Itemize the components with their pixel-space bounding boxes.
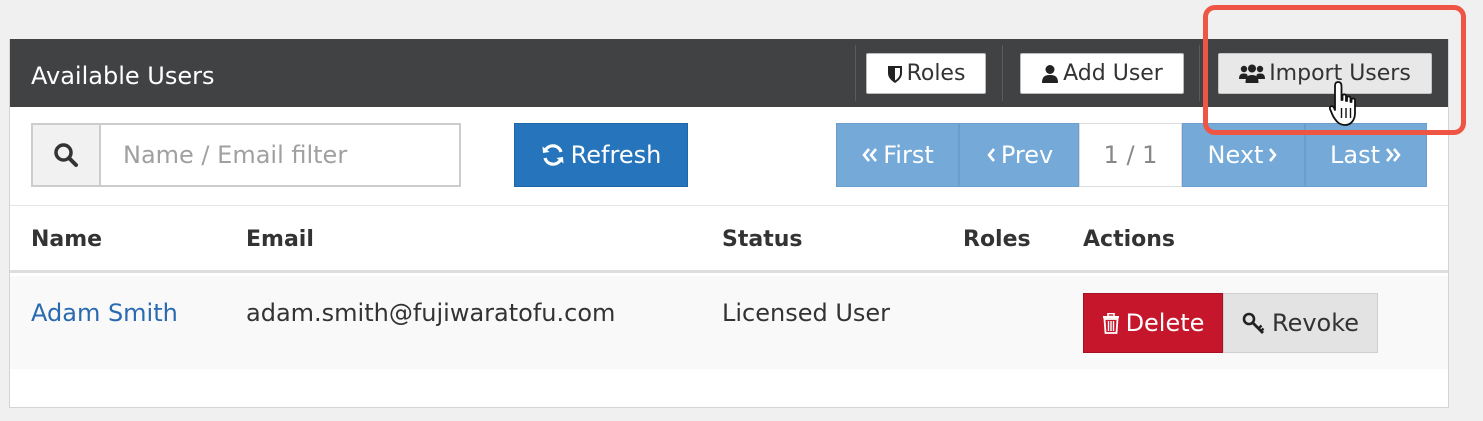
- double-chevron-right-icon: [1384, 146, 1402, 164]
- first-page-button[interactable]: First: [836, 123, 959, 187]
- key-icon: [1242, 312, 1266, 334]
- header-divider: [855, 45, 856, 101]
- chevron-right-icon: [1267, 146, 1279, 164]
- users-table-header: Name Email Status Roles Actions: [10, 205, 1448, 273]
- next-page-label: Next: [1207, 141, 1264, 169]
- revoke-button-label: Revoke: [1271, 309, 1360, 337]
- search-input[interactable]: [101, 125, 459, 185]
- column-header-roles: Roles: [963, 227, 1031, 252]
- table-row: Adam Smith adam.smith@fujiwaratofu.com L…: [10, 276, 1448, 369]
- hand-pointer-icon: [1328, 80, 1361, 134]
- name-email-filter: [31, 123, 461, 187]
- roles-button[interactable]: Roles: [866, 53, 986, 94]
- first-page-label: First: [883, 141, 934, 169]
- last-page-button[interactable]: Last: [1305, 123, 1427, 187]
- prev-page-label: Prev: [1000, 141, 1054, 169]
- chevron-left-icon: [985, 146, 997, 164]
- import-users-button[interactable]: Import Users: [1218, 53, 1432, 94]
- users-group-icon: [1239, 64, 1266, 84]
- revoke-button[interactable]: Revoke: [1223, 293, 1378, 353]
- roles-button-label: Roles: [906, 61, 966, 86]
- column-header-status: Status: [722, 227, 803, 252]
- delete-button[interactable]: Delete: [1083, 293, 1223, 353]
- search-addon: [33, 125, 101, 185]
- current-page-indicator: 1 / 1: [1079, 123, 1182, 187]
- add-user-button[interactable]: Add User: [1020, 53, 1184, 94]
- delete-button-label: Delete: [1125, 309, 1205, 337]
- refresh-button-label: Refresh: [570, 141, 662, 169]
- search-icon: [53, 142, 79, 168]
- column-header-email: Email: [246, 227, 314, 252]
- trash-icon: [1102, 312, 1120, 334]
- available-users-panel: Available Users Roles Add User Import Us…: [9, 39, 1449, 408]
- next-page-button[interactable]: Next: [1182, 123, 1305, 187]
- add-user-button-label: Add User: [1063, 61, 1163, 86]
- last-page-label: Last: [1330, 141, 1380, 169]
- shield-icon: [887, 64, 903, 84]
- user-email: adam.smith@fujiwaratofu.com: [246, 299, 616, 327]
- refresh-button[interactable]: Refresh: [514, 123, 688, 187]
- user-status: Licensed User: [722, 299, 891, 327]
- user-name-link[interactable]: Adam Smith: [31, 276, 178, 350]
- prev-page-button[interactable]: Prev: [959, 123, 1079, 187]
- column-header-name: Name: [31, 227, 103, 252]
- column-header-actions: Actions: [1083, 227, 1175, 252]
- panel-header: Available Users Roles Add User Import Us…: [10, 39, 1448, 107]
- refresh-icon: [541, 143, 565, 167]
- double-chevron-left-icon: [861, 146, 879, 164]
- header-divider: [1199, 45, 1200, 101]
- header-divider: [1002, 45, 1003, 101]
- user-icon: [1041, 64, 1059, 84]
- panel-title: Available Users: [31, 62, 215, 90]
